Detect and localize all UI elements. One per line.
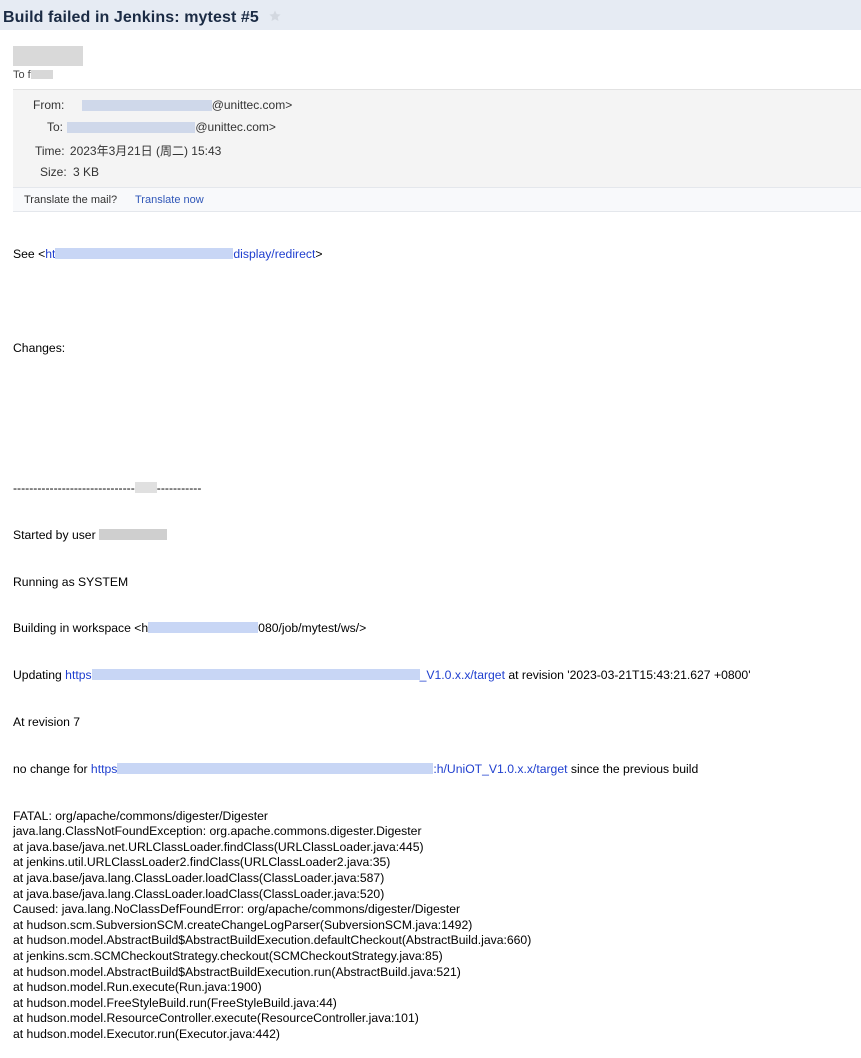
- at-revision-line: At revision 7: [13, 715, 81, 729]
- updating-line: Updating https _V1.0.x.x/target at revisi…: [13, 668, 751, 683]
- stack-trace-line: at hudson.scm.SubversionSCM.createChange…: [13, 917, 473, 932]
- stack-trace-line: at java.base/java.lang.ClassLoader.loadC…: [13, 870, 385, 885]
- stack-trace-line: at hudson.model.AbstractBuild$AbstractBu…: [13, 964, 461, 979]
- stack-trace-line: java.lang.ClassNotFoundException: org.ap…: [13, 824, 422, 839]
- stack-trace-line: at hudson.model.AbstractBuild$AbstractBu…: [13, 933, 532, 948]
- stack-trace-line: at hudson.model.FreeStyleBuild.run(FreeS…: [13, 995, 337, 1010]
- sender-avatar-redacted: [13, 46, 83, 66]
- redacted-from-address: [81, 100, 212, 111]
- updating-link[interactable]: https _V1.0.x.x/target: [65, 668, 505, 682]
- from-domain[interactable]: @unittec.com>: [212, 98, 293, 112]
- translate-question: Translate the mail?: [24, 194, 118, 206]
- separator-line: ------------------------------ ----------…: [13, 481, 202, 496]
- star-icon[interactable]: [268, 9, 282, 23]
- redacted-url: [55, 248, 234, 260]
- redacted-workspace-url: [148, 622, 259, 634]
- see-line: See <ht display/redirect>: [13, 247, 323, 262]
- redacted-separator: [134, 482, 157, 494]
- size-row: Size: 3 KB: [40, 165, 100, 179]
- from-row: From: @unittec.com>: [33, 98, 293, 112]
- stack-trace-line: at jenkins.scm.SCMCheckoutStrategy.check…: [13, 948, 443, 963]
- running-as-line: Running as SYSTEM: [13, 574, 129, 589]
- mail-body: See <ht display/redirect> Changes: ------…: [13, 216, 751, 1058]
- size-value: 3 KB: [73, 165, 100, 179]
- stack-trace: FATAL: org/apache/commons/digester/Diges…: [13, 809, 751, 1043]
- stack-trace-line: at java.base/java.net.URLClassLoader.fin…: [13, 839, 424, 854]
- redacted-user: [99, 528, 168, 540]
- changes-heading: Changes:: [13, 340, 66, 355]
- stack-trace-line: FATAL: org/apache/commons/digester/Diges…: [13, 808, 268, 823]
- to-domain[interactable]: @unittec.com>: [195, 120, 276, 134]
- to-greeting: To f: [13, 69, 53, 81]
- time-row: Time: 2023年3月21日 (周二) 15:43: [35, 144, 222, 158]
- translate-now-link[interactable]: Translate now: [135, 194, 204, 206]
- redacted-repo-url-2: [117, 762, 434, 774]
- redacted-name: [30, 70, 53, 79]
- translate-bar: Translate the mail? Translate now: [13, 187, 861, 212]
- stack-trace-line: Caused: java.lang.NoClassDefFoundError: …: [13, 902, 461, 917]
- redacted-repo-url: [91, 669, 420, 681]
- stack-trace-line: at jenkins.util.URLClassLoader2.findClas…: [13, 855, 391, 870]
- mail-subject: Build failed in Jenkins: mytest #5: [3, 9, 259, 26]
- stack-trace-line: at hudson.model.Run.execute(Run.java:190…: [13, 980, 262, 995]
- redacted-to-address: [67, 122, 196, 133]
- stack-trace-line: at hudson.model.ResourceController.execu…: [13, 1011, 419, 1026]
- time-value: 2023年3月21日 (周二) 15:43: [69, 144, 222, 158]
- to-row: To: @unittec.com>: [47, 120, 276, 134]
- stack-trace-line: at java.base/java.lang.ClassLoader.loadC…: [13, 886, 385, 901]
- no-change-line: no change for https:h/UniOT_V1.0.x.x/tar…: [13, 761, 699, 776]
- stack-trace-line: at hudson.model.Executor.run(Executor.ja…: [13, 1026, 280, 1041]
- mail-header: Build failed in Jenkins: mytest #5: [0, 0, 861, 30]
- mail-meta-panel: From: @unittec.com> To: @unittec.com> Ti…: [13, 89, 861, 187]
- see-link[interactable]: ht display/redirect: [45, 247, 315, 261]
- workspace-line: Building in workspace <h 080/job/mytest/w…: [13, 621, 367, 636]
- no-change-link[interactable]: https:h/UniOT_V1.0.x.x/target: [91, 762, 568, 776]
- started-by-line: Started by user: [13, 528, 751, 544]
